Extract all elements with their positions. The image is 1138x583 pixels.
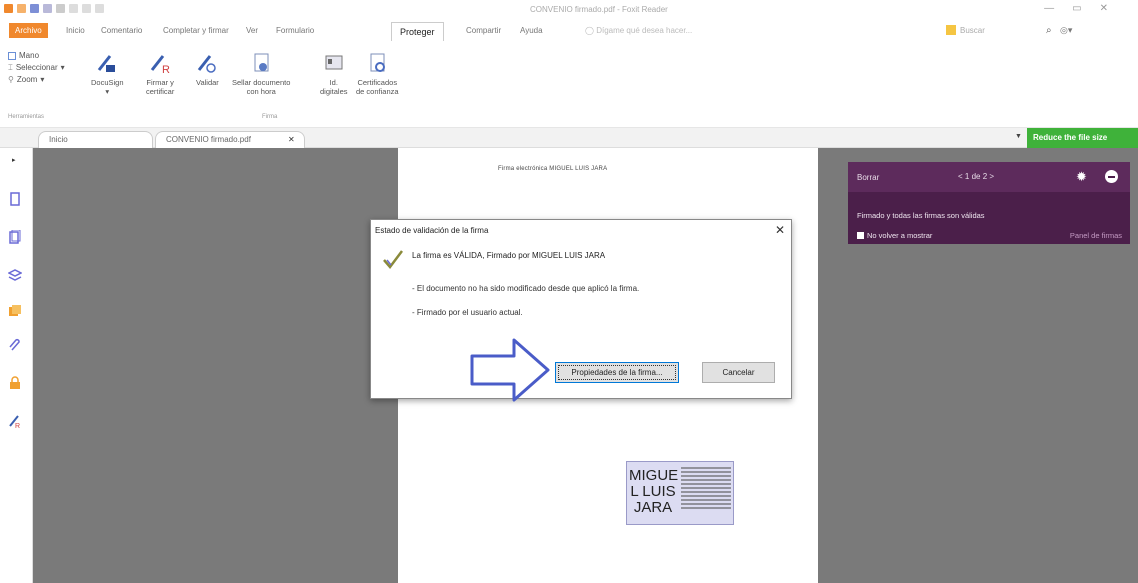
quick-access-toolbar xyxy=(4,4,104,13)
tab-inicio[interactable]: Inicio xyxy=(66,26,85,35)
annotation-arrow-icon xyxy=(470,338,550,402)
svg-text:R: R xyxy=(162,64,170,74)
certificate-icon xyxy=(370,53,386,72)
toast-delete-button[interactable]: Borrar xyxy=(857,173,879,182)
doc-tab-inicio[interactable]: Inicio xyxy=(38,131,153,148)
tab-compartir[interactable]: Compartir xyxy=(466,26,501,35)
search-icon[interactable]: ⌕ xyxy=(1046,25,1052,36)
open-icon[interactable] xyxy=(17,4,26,13)
cancel-button[interactable]: Cancelar xyxy=(702,362,775,383)
signature-icon[interactable]: R xyxy=(8,414,22,428)
timestamp-button[interactable]: Sellar documento con hora xyxy=(232,52,290,96)
dialog-title: Estado de validación de la firma xyxy=(375,226,489,235)
page-header-text: Firma electrónica MIGUEL LUIS JARA xyxy=(498,166,608,172)
hand-icon xyxy=(8,52,16,60)
signature-panel-link[interactable]: Panel de firmas xyxy=(1070,231,1122,240)
validation-status: La firma es VÁLIDA, Firmado por MIGUEL L… xyxy=(412,251,606,260)
redo-icon[interactable] xyxy=(82,4,91,13)
ribbon: Mano ⌶ Seleccionar ▾ ⚲ Zoom ▾ Herramientas D… xyxy=(0,44,1138,128)
dont-show-checkbox[interactable] xyxy=(857,232,864,239)
print-icon[interactable] xyxy=(43,4,52,13)
digital-ids-button[interactable]: Id. digitales xyxy=(320,52,348,96)
select-icon: ⌶ xyxy=(8,63,13,72)
tab-ayuda[interactable]: Ayuda xyxy=(520,26,543,35)
timestamp-icon xyxy=(254,53,269,72)
lock-icon[interactable] xyxy=(8,376,22,390)
sign-certify-button[interactable]: R Firmar y certificar xyxy=(146,52,174,96)
document-tabs: Inicio CONVENIO firmado.pdf ✕ ▼ Reduce t… xyxy=(0,128,1138,148)
lightbulb-icon: ◯ xyxy=(585,26,597,35)
undo-icon[interactable] xyxy=(69,4,78,13)
validate-icon xyxy=(198,55,217,73)
collapse-icon[interactable] xyxy=(1105,170,1118,183)
tab-ver[interactable]: Ver xyxy=(246,26,258,35)
attachment-icon[interactable] xyxy=(8,338,22,352)
docusign-icon xyxy=(98,55,116,72)
dialog-close-icon[interactable]: ✕ xyxy=(775,223,785,237)
pages-icon[interactable] xyxy=(8,230,22,244)
search-app-icon xyxy=(946,25,956,35)
digital-id-icon xyxy=(325,55,343,70)
sign-certify-icon: R xyxy=(150,55,170,74)
window-title: CONVENIO firmado.pdf - Foxit Reader xyxy=(530,5,668,14)
tools-group-label: Herramientas xyxy=(8,114,45,120)
toast-message: Firmado y todas las firmas son válidas xyxy=(857,211,985,220)
trusted-certificates-button[interactable]: Certificados de confianza xyxy=(356,52,399,96)
tool-select[interactable]: ⌶ Seleccionar ▾ xyxy=(8,62,65,74)
comments-icon[interactable] xyxy=(8,304,22,318)
maximize-icon[interactable]: ▭ xyxy=(1072,3,1081,14)
left-sidebar: ▸ R xyxy=(0,148,33,583)
signature-validation-toast: Borrar < 1 de 2 > ✹ Firmado y todas las … xyxy=(848,162,1130,244)
signature-stamp[interactable]: MIGUE L LUIS JARA xyxy=(626,461,734,525)
reduce-file-size-button[interactable]: Reduce the file size xyxy=(1027,128,1138,148)
zoom-icon: ⚲ xyxy=(8,75,14,84)
toast-pager[interactable]: < 1 de 2 > xyxy=(958,172,994,181)
tab-proteger[interactable]: Proteger xyxy=(391,22,444,41)
tab-comentario[interactable]: Comentario xyxy=(101,26,142,35)
expand-sidebar-icon[interactable]: ▸ xyxy=(12,156,16,164)
tell-me-input[interactable]: ◯ Dígame qué desea hacer... xyxy=(585,26,692,35)
validate-button[interactable]: Validar xyxy=(196,52,219,87)
window-controls: — ▭ ✕ xyxy=(1044,3,1108,14)
validation-detail-1: - El documento no ha sido modificado des… xyxy=(412,284,640,293)
tab-formulario[interactable]: Formulario xyxy=(276,26,314,35)
help-icon[interactable]: ◎▾ xyxy=(1060,25,1072,36)
checkmark-icon xyxy=(383,250,403,269)
tab-archivo[interactable]: Archivo xyxy=(9,23,48,38)
dont-show-label: No volver a mostrar xyxy=(867,231,933,240)
save-icon[interactable] xyxy=(30,4,39,13)
dropdown-arrow-icon[interactable]: ▼ xyxy=(1015,133,1022,140)
new-icon[interactable] xyxy=(56,4,65,13)
doc-tab-convenio[interactable]: CONVENIO firmado.pdf ✕ xyxy=(155,131,305,148)
customize-icon[interactable] xyxy=(95,4,104,13)
docusign-button[interactable]: DocuSign ▾ xyxy=(91,52,124,96)
layers-icon[interactable] xyxy=(8,268,22,282)
bookmarks-icon[interactable] xyxy=(8,192,22,206)
search-input[interactable]: Buscar ⌕ ◎▾ xyxy=(946,24,1086,38)
title-bar: CONVENIO firmado.pdf - Foxit Reader — ▭ … xyxy=(0,0,1138,20)
sign-group-label: Firma xyxy=(262,114,278,120)
tools-group: Mano ⌶ Seleccionar ▾ ⚲ Zoom ▾ xyxy=(8,50,65,86)
stamp-details xyxy=(681,465,731,511)
tool-hand[interactable]: Mano xyxy=(8,50,65,62)
tab-completar-y-firmar[interactable]: Completar y firmar xyxy=(163,26,229,35)
close-tab-icon[interactable]: ✕ xyxy=(288,135,295,144)
stamp-name: MIGUE L LUIS JARA xyxy=(629,467,679,516)
minimize-icon[interactable]: — xyxy=(1044,3,1054,14)
signature-properties-button[interactable]: Propiedades de la firma... xyxy=(555,362,679,383)
ribbon-tabs: Archivo Inicio Comentario Completar y fi… xyxy=(0,20,1138,44)
gear-icon[interactable]: ✹ xyxy=(1076,169,1087,185)
tool-zoom[interactable]: ⚲ Zoom ▾ xyxy=(8,74,65,86)
validation-detail-2: - Firmado por el usuario actual. xyxy=(412,308,523,317)
svg-text:R: R xyxy=(15,423,20,428)
close-icon[interactable]: ✕ xyxy=(1100,3,1108,14)
app-icon xyxy=(4,4,13,13)
signature-validation-dialog: Estado de validación de la firma ✕ La fi… xyxy=(370,219,792,399)
